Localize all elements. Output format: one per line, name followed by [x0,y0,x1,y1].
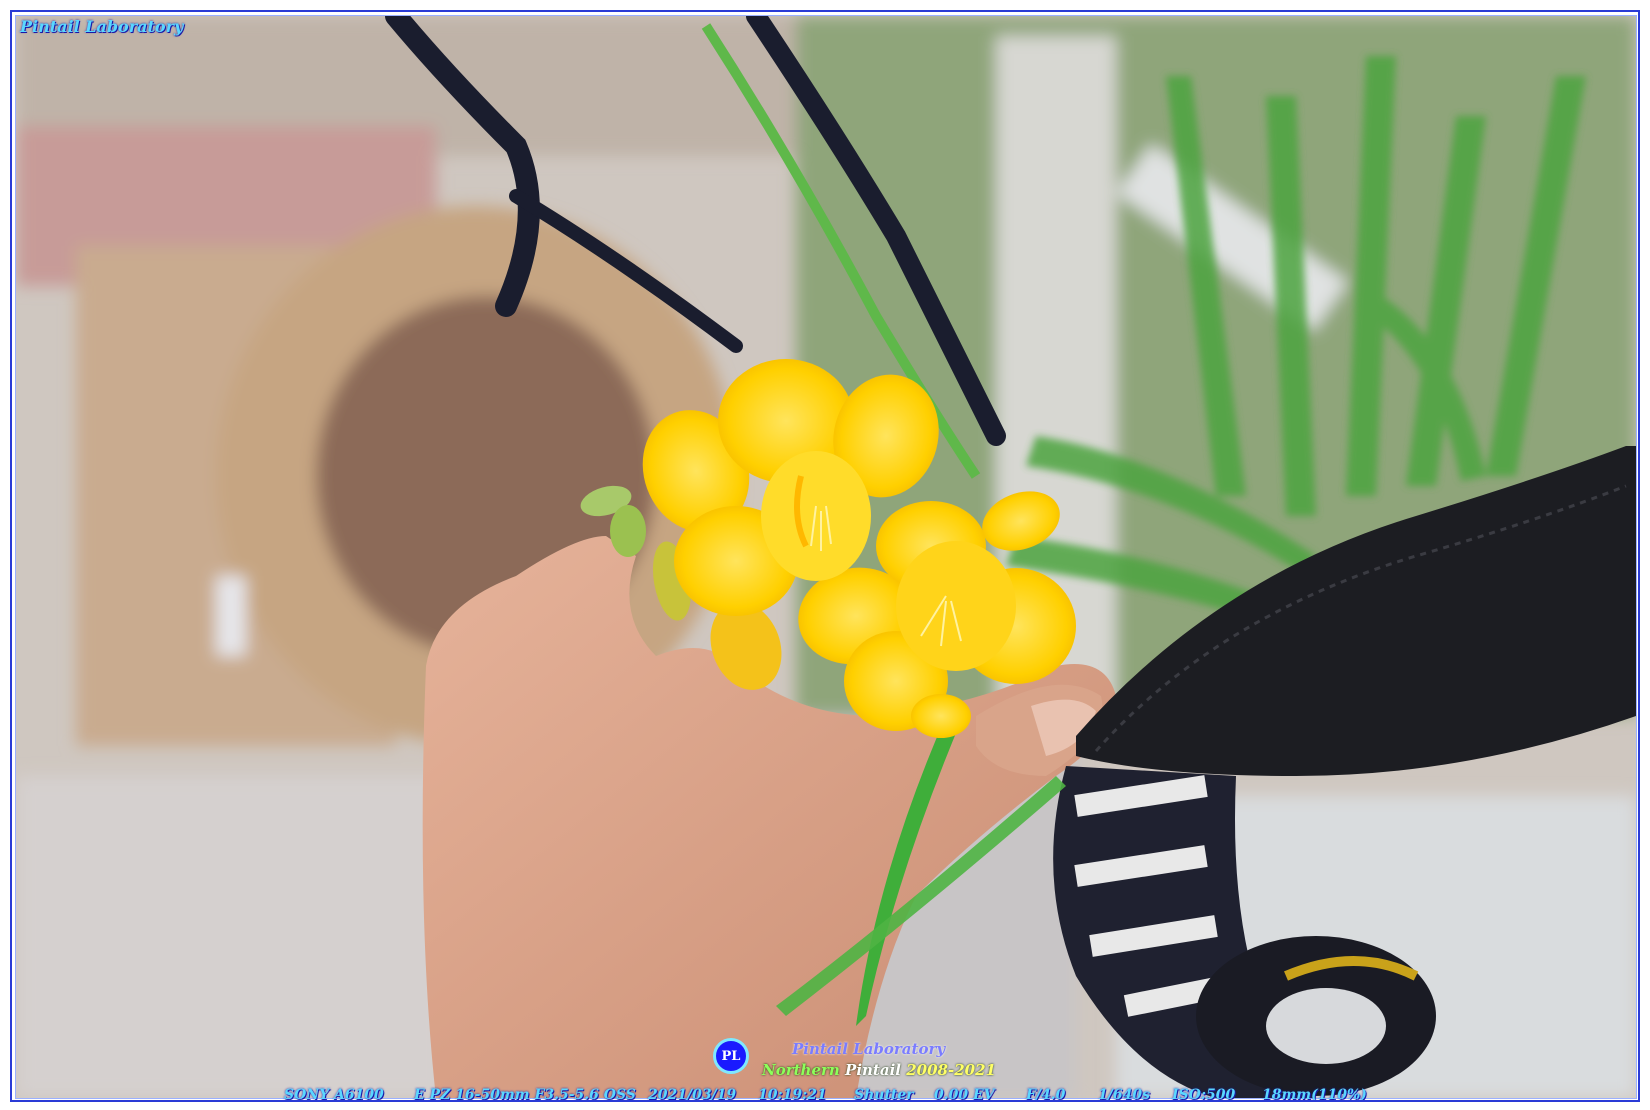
exif-iso: ISO:500 [1172,1087,1236,1102]
exif-date: 2021/03/19 [648,1087,737,1102]
brand-logo-icon: PL [713,1038,749,1074]
brand-line-2: Northern Pintail 2008-2021 [762,1061,996,1079]
brand-line-2-part2: Pintail [845,1061,901,1079]
brand-logo-text: PL [721,1048,741,1064]
exif-focal: 18mm(110%) [1262,1087,1367,1102]
exif-camera: SONY A6100 [284,1087,384,1102]
watermark-top-left: Pintail Laboratory [20,17,184,36]
exif-lens: E PZ 16-50mm F3.5-5.6 OSS [414,1087,636,1102]
brand-line-2-part1: Northern [762,1061,840,1079]
photo-illustration [16,16,1636,1098]
exif-shutter: 1/640s [1098,1087,1150,1102]
exif-ev: 0.00 EV [934,1087,995,1102]
photo [15,15,1637,1099]
brand-line-1: Pintail Laboratory [792,1040,946,1058]
exif-aperture: F/4.0 [1026,1087,1066,1102]
exif-mode: Shutter [854,1087,914,1102]
photo-frame: Pintail Laboratory PL Pintail Laboratory… [10,10,1640,1102]
exif-time: 10:19:21 [758,1087,827,1102]
brand-line-2-part3: 2008-2021 [906,1061,996,1079]
